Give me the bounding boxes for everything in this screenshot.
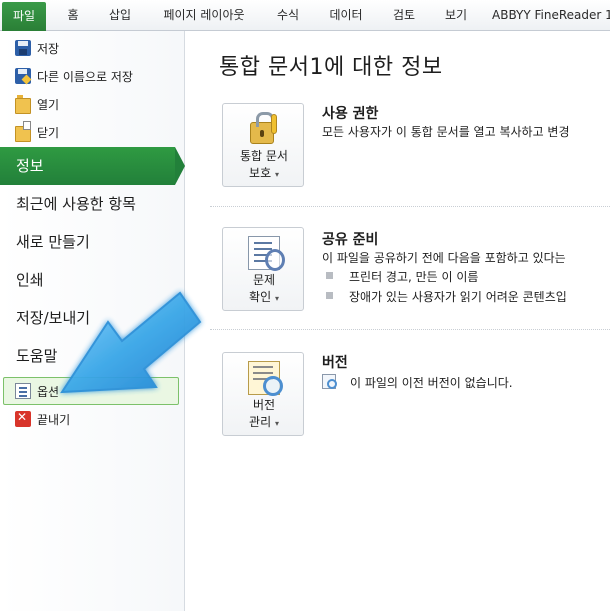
protect-workbook-label-line2: 보호: [249, 166, 272, 180]
nav-recent[interactable]: 최근에 사용한 항목: [0, 185, 185, 223]
save-command[interactable]: 저장: [0, 34, 185, 62]
dropdown-caret-icon: ▾: [274, 419, 279, 428]
check-issues-label-line2: 확인: [249, 290, 272, 304]
tab-file[interactable]: 파일: [2, 2, 46, 31]
permissions-section: 통합 문서 보호 ▾ 사용 권한 모든 사용자가 이 통합 문서를 열고 복사하…: [210, 103, 610, 193]
issue-item-1: 프린터 경고, 만든 이 이름: [349, 270, 479, 284]
nav-info[interactable]: 정보: [0, 147, 185, 185]
options-command[interactable]: 옵션: [3, 377, 179, 405]
nav-help[interactable]: 도움말: [0, 337, 185, 375]
tab-data[interactable]: 데이터: [322, 0, 370, 31]
info-pane: 통합 문서1에 대한 정보 통합 문서 보호 ▾ 사용 권한 모든 사용자가 이…: [186, 31, 610, 611]
nav-save-send[interactable]: 저장/보내기: [0, 299, 185, 337]
version-history-icon: [322, 374, 337, 389]
save-as-command[interactable]: 다른 이름으로 저장: [0, 62, 185, 90]
open-folder-icon: [15, 94, 31, 114]
tab-formulas[interactable]: 수식: [268, 0, 308, 31]
dropdown-caret-icon: ▾: [274, 170, 279, 179]
tab-abbyy-finereader[interactable]: ABBYY FineReader 12: [492, 0, 610, 31]
inspect-document-icon: [248, 236, 285, 271]
save-icon: [15, 40, 31, 56]
backstage-sidebar: 저장 다른 이름으로 저장 열기 닫기 정보 최근에 사용한 항목 새로 만들기…: [0, 31, 185, 611]
tab-home[interactable]: 홈: [58, 0, 88, 31]
open-label: 열기: [37, 97, 60, 112]
bullet-icon: [326, 272, 333, 279]
versions-section: 버전 관리 ▾ 버전 이 파일의 이전 버전이 없습니다.: [210, 352, 610, 442]
issue-item-2: 장애가 있는 사용자가 읽기 어려운 콘텐츠입: [349, 290, 567, 304]
exit-label: 끝내기: [37, 412, 71, 427]
close-label: 닫기: [37, 125, 60, 140]
options-icon: [15, 383, 31, 399]
prepare-sharing-description: 이 파일을 공유하기 전에 다음을 포함하고 있다는: [322, 251, 566, 265]
permissions-title: 사용 권한: [322, 106, 379, 122]
tab-page-layout[interactable]: 페이지 레이아웃: [152, 0, 256, 31]
protect-workbook-button[interactable]: 통합 문서 보호 ▾: [222, 103, 304, 187]
nav-print[interactable]: 인쇄: [0, 261, 185, 299]
tab-review[interactable]: 검토: [384, 0, 424, 31]
versions-description: 이 파일의 이전 버전이 없습니다.: [350, 376, 513, 390]
permissions-description: 모든 사용자가 이 통합 문서를 열고 복사하고 변경: [322, 125, 570, 139]
open-command[interactable]: 열기: [0, 90, 185, 118]
exit-command[interactable]: 끝내기: [0, 405, 185, 433]
close-folder-icon: [15, 120, 31, 142]
check-issues-label-line1: 문제: [252, 273, 276, 287]
manage-versions-icon: [248, 361, 283, 396]
prepare-sharing-title: 공유 준비: [322, 232, 379, 248]
tab-view[interactable]: 보기: [436, 0, 476, 31]
prepare-sharing-section: 문제 확인 ▾ 공유 준비 이 파일을 공유하기 전에 다음을 포함하고 있다는…: [210, 227, 610, 317]
nav-new[interactable]: 새로 만들기: [0, 223, 185, 261]
excel-backstage-window: 파일 홈 삽입 페이지 레이아웃 수식 데이터 검토 보기 ABBYY Fine…: [0, 0, 610, 611]
save-as-label: 다른 이름으로 저장: [37, 69, 133, 84]
section-divider: [210, 329, 610, 330]
save-label: 저장: [37, 41, 60, 56]
close-command[interactable]: 닫기: [0, 118, 185, 146]
key-icon: [271, 114, 277, 134]
ribbon-tab-bar: 파일 홈 삽입 페이지 레이아웃 수식 데이터 검토 보기 ABBYY Fine…: [0, 0, 610, 31]
tab-insert[interactable]: 삽입: [100, 0, 140, 31]
manage-versions-label-line1: 버전: [252, 398, 276, 412]
page-title: 통합 문서1에 대한 정보: [219, 55, 443, 80]
protect-workbook-label-line1: 통합 문서: [240, 149, 288, 163]
dropdown-caret-icon: ▾: [274, 294, 279, 303]
manage-versions-button[interactable]: 버전 관리 ▾: [222, 352, 304, 436]
bullet-icon: [326, 292, 333, 299]
manage-versions-label-line2: 관리: [249, 415, 272, 429]
options-label: 옵션: [37, 384, 60, 399]
check-for-issues-button[interactable]: 문제 확인 ▾: [222, 227, 304, 311]
save-as-icon: [15, 68, 31, 84]
exit-icon: [15, 410, 31, 427]
versions-title: 버전: [322, 355, 348, 371]
section-divider: [210, 206, 610, 207]
